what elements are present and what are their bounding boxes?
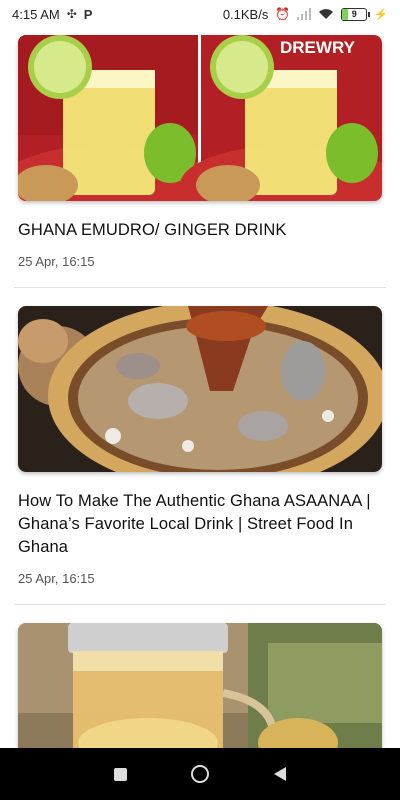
- item-date: 25 Apr, 16:15: [18, 254, 95, 269]
- video-thumbnail[interactable]: [18, 623, 382, 748]
- status-left: 4:15 AM ✣ P: [12, 7, 92, 22]
- status-time: 4:15 AM: [12, 6, 60, 22]
- battery-icon: 9: [341, 7, 371, 21]
- item-title[interactable]: How To Make The Authentic Ghana ASAANAA …: [18, 472, 382, 559]
- ginger-drink-image: DREWRY: [18, 35, 382, 201]
- list-item[interactable]: [0, 623, 400, 748]
- recents-square-icon: [113, 767, 127, 781]
- divider: [14, 287, 386, 288]
- video-thumbnail[interactable]: DREWRY: [18, 35, 382, 201]
- p-logo-icon: P: [83, 6, 93, 22]
- network-speed: 0.1KB/s: [222, 6, 269, 22]
- back-triangle-icon: [274, 767, 286, 781]
- jar-drink-image: [18, 623, 382, 748]
- status-bar: 4:15 AM ✣ P 0.1KB/s ⏰ 9 ⚡: [0, 0, 400, 28]
- navigation-bar: [0, 748, 400, 800]
- item-title[interactable]: GHANA EMUDRO/ GINGER DRINK: [18, 201, 382, 242]
- battery-level: 9: [351, 9, 357, 19]
- list-item[interactable]: DREWRY GHANA EMUDRO/ GINGER DRINK 25 Apr…: [0, 35, 400, 269]
- alarm-icon: ⏰: [275, 7, 291, 21]
- charging-icon: ⚡: [374, 8, 388, 21]
- list-item[interactable]: How To Make The Authentic Ghana ASAANAA …: [0, 306, 400, 586]
- thumbnail-watermark: DREWRY: [280, 38, 356, 57]
- item-date: 25 Apr, 16:15: [18, 571, 95, 586]
- home-circle-icon: [191, 765, 209, 783]
- recents-button[interactable]: [100, 754, 140, 794]
- wifi-icon: [319, 9, 334, 19]
- battery-fill: [342, 8, 349, 20]
- back-button[interactable]: [260, 754, 300, 794]
- asaanaa-drink-image: [18, 306, 382, 472]
- news-feed[interactable]: DREWRY GHANA EMUDRO/ GINGER DRINK 25 Apr…: [0, 28, 400, 748]
- status-right: 0.1KB/s ⏰ 9 ⚡: [223, 7, 388, 22]
- pinwheel-icon: ✣: [66, 7, 77, 21]
- home-button[interactable]: [180, 754, 220, 794]
- divider: [14, 604, 386, 605]
- signal-icon: [297, 8, 312, 20]
- video-thumbnail[interactable]: [18, 306, 382, 472]
